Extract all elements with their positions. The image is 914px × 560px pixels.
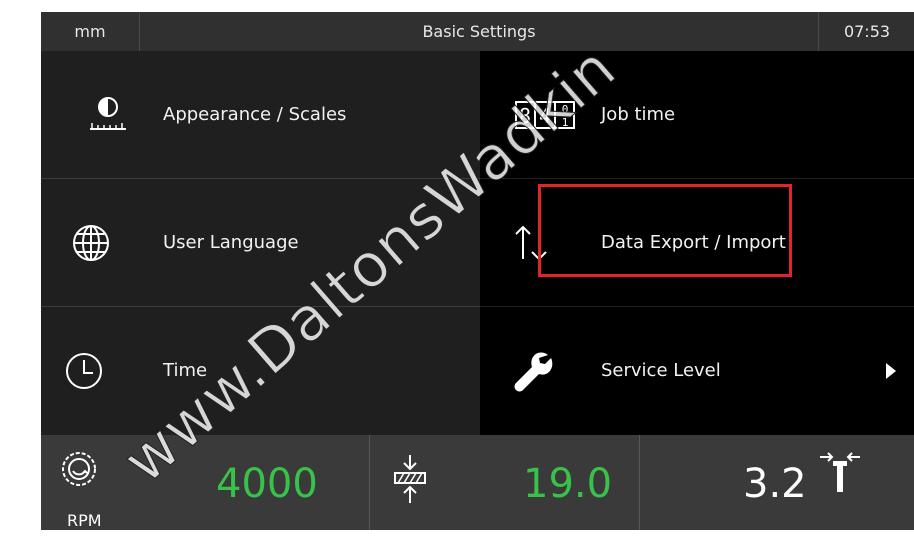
menu-item-data-export-import[interactable]: Data Export / Import — [480, 179, 914, 307]
menu-row: Time Service Level — [41, 307, 914, 435]
counter-digit-1: 1 — [562, 116, 569, 129]
digit-counter-icon: 8 4 0 1 — [500, 51, 590, 179]
cut-height-value: 19.0 — [523, 461, 613, 507]
chevron-right-icon — [886, 363, 896, 379]
contrast-scale-icon — [63, 51, 153, 179]
header-bar: mm Basic Settings 07:53 — [41, 12, 914, 51]
rpm-panel[interactable]: RPM 4000 — [41, 435, 369, 530]
menu-item-appearance-scales[interactable]: Appearance / Scales — [41, 51, 480, 179]
globe-icon — [46, 179, 136, 307]
clock-icon — [41, 307, 129, 435]
menu-row: User Language Data Export / Import — [41, 179, 914, 307]
menu-label: Appearance / Scales — [163, 104, 347, 125]
up-down-arrows-icon — [486, 179, 576, 307]
status-bar: RPM 4000 19.0 3.2 — [41, 435, 914, 530]
fence-width-icon — [818, 451, 862, 499]
page-title: Basic Settings — [422, 22, 536, 41]
menu-label: Service Level — [601, 360, 721, 381]
menu-label: Job time — [601, 104, 676, 125]
menu-label: Time — [163, 360, 208, 381]
rpm-value: 4000 — [216, 461, 318, 507]
menu-item-job-time[interactable]: 8 4 0 1 Job time — [480, 51, 914, 179]
wrench-icon — [487, 307, 577, 435]
counter-digit-8: 8 — [519, 104, 531, 128]
menu-item-user-language[interactable]: User Language — [41, 179, 480, 307]
counter-digit-0: 0 — [562, 103, 569, 116]
width-value: 3.2 — [743, 461, 807, 507]
unit-button[interactable]: mm — [41, 12, 140, 51]
width-panel[interactable]: 3.2 — [639, 435, 914, 530]
menu-label: User Language — [163, 232, 299, 253]
rpm-label: RPM — [67, 511, 102, 530]
clock-display[interactable]: 07:53 — [818, 12, 914, 51]
cut-height-panel[interactable]: 19.0 — [369, 435, 640, 530]
screen: mm Basic Settings 07:53 Appearance / Sca — [41, 12, 914, 530]
menu-item-time[interactable]: Time — [41, 307, 480, 435]
counter-digit-4: 4 — [539, 104, 551, 128]
menu-item-service-level[interactable]: Service Level — [480, 307, 914, 435]
menu-row: Appearance / Scales 8 4 0 1 Job time — [41, 51, 914, 179]
clamp-height-icon — [392, 453, 428, 515]
saw-blade-icon — [59, 449, 99, 493]
menu-label: Data Export / Import — [601, 232, 786, 253]
